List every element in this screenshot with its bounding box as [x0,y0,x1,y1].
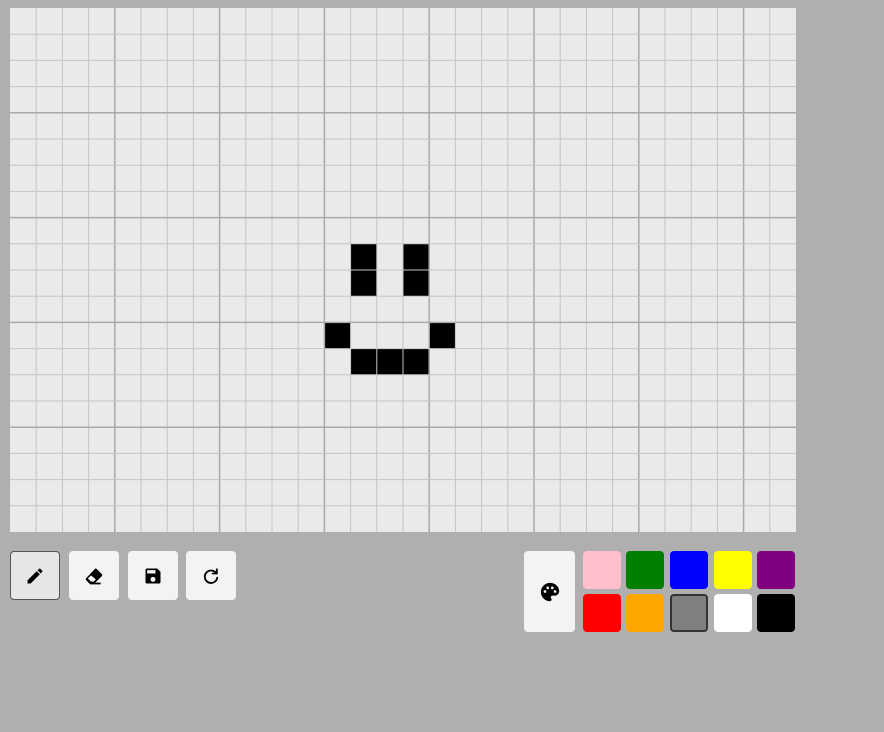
color-swatch[interactable] [583,551,621,589]
color-swatch[interactable] [714,551,752,589]
filled-pixel[interactable] [350,270,377,297]
filled-pixel[interactable] [403,348,430,375]
filled-pixel[interactable] [376,348,403,375]
color-swatch[interactable] [626,551,664,589]
redo-icon [203,567,219,584]
filled-pixel[interactable] [350,243,377,270]
eraser-icon [85,568,103,584]
color-swatch[interactable] [626,594,664,632]
filled-pixel[interactable] [324,322,351,349]
color-swatch[interactable] [757,551,795,589]
filled-pixel[interactable] [350,348,377,375]
pencil-tool-button[interactable] [10,551,60,600]
filled-pixel[interactable] [403,270,430,297]
eraser-tool-button[interactable] [69,551,119,600]
redo-button[interactable] [186,551,236,600]
color-swatch[interactable] [670,551,708,589]
color-swatch[interactable] [583,594,621,632]
color-swatch[interactable] [757,594,795,632]
save-icon [145,568,161,583]
save-button[interactable] [128,551,178,600]
filled-pixel[interactable] [429,322,456,349]
palette-icon [540,582,559,601]
palette-button[interactable] [524,551,575,632]
pixel-grid-canvas[interactable] [10,8,796,532]
color-swatch[interactable] [714,594,752,632]
filled-pixel[interactable] [403,243,430,270]
pencil-icon [27,567,43,583]
color-swatch[interactable] [670,594,708,632]
